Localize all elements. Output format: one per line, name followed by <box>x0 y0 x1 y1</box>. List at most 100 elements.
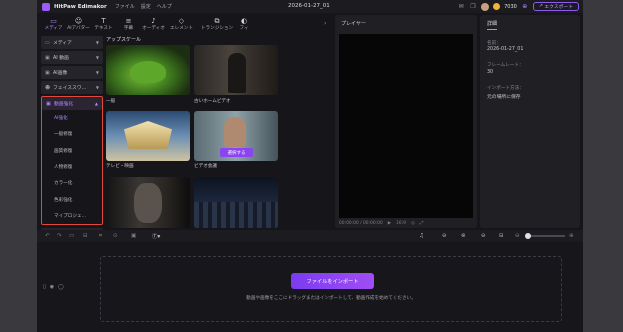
tool-audio[interactable]: ♪ オーディオ <box>141 14 166 34</box>
titlebar-actions: ✉ ❒ 7030 ⊕ ↗ エクスポート <box>457 1 579 12</box>
ai-video-icon: ▣ <box>45 54 50 61</box>
tool-media[interactable]: ▭ メディア <box>41 14 66 34</box>
sidebar-subitem-colorize[interactable]: カラー化 <box>42 175 102 191</box>
zoom-slider-handle[interactable] <box>525 233 531 239</box>
face-shape <box>134 183 162 223</box>
export-button[interactable]: ↗ エクスポート <box>532 2 579 11</box>
track-visibility-icon[interactable]: ▯ <box>43 284 46 290</box>
import-method-label: インポート方法： <box>487 86 524 91</box>
tool-filter[interactable]: ◐ フィ <box>237 14 251 34</box>
sidebar-item-face-swap[interactable]: ☻ フェイススワ... ▼ <box>41 81 103 94</box>
snap-icon[interactable]: ⊖ <box>442 233 447 239</box>
tool-transition[interactable]: ⧉ トランジション <box>197 14 237 34</box>
sidebar-subitem-my-projects[interactable]: マイプロジェ... <box>42 208 102 224</box>
card-video-meeting-thumb[interactable]: 選択する <box>194 111 278 161</box>
magnet-icon[interactable]: ⊖ <box>481 233 486 239</box>
play-icon[interactable]: ▶ <box>388 221 391 226</box>
coin-icon <box>493 3 501 10</box>
app-name: HitPaw Edimakor <box>54 3 107 10</box>
menu-settings[interactable]: 設定 <box>141 3 151 10</box>
text-icon: T <box>101 17 106 25</box>
select-button[interactable]: 選択する <box>220 148 253 157</box>
details-panel: 詳細 名前： 2026-01-27_01 フレームレート： 30 インポート方法… <box>480 15 580 228</box>
menu-help[interactable]: ヘルプ <box>157 3 172 10</box>
import-file-button[interactable]: ファイルをインポート <box>291 273 374 289</box>
tool-ai-avatar[interactable]: ☺ AIアバター <box>66 14 91 34</box>
sidebar-subitem-ai-enhance[interactable]: AI強化 <box>42 110 102 126</box>
timeline-toolbar: ↶ ↷ ▭ ⊟ ⌗ ⊙ ▣ Ⓣ▾ ♫ ⊖ ⊗ ⊖ ⊟ ⊖ ⊕ <box>37 230 583 242</box>
crop-icon[interactable]: ⌗ <box>99 233 102 240</box>
card-tv-movie-thumb[interactable] <box>106 111 190 161</box>
card-general-thumb[interactable] <box>106 45 190 95</box>
document-title[interactable]: 2026-01-27_01 <box>288 3 330 9</box>
sidebar-subitem-general-repair[interactable]: 一般修復 <box>42 126 102 142</box>
frog-shape <box>130 61 166 83</box>
aspect-ratio-dropdown[interactable]: 16:9 <box>396 221 406 226</box>
card-label: 古いホームビデオ <box>194 99 231 104</box>
zoom-slider[interactable] <box>525 233 565 239</box>
track-audio-icon[interactable]: ◉ <box>50 284 54 290</box>
player-panel: プレイヤー 00:00:00 / 00:00:00 ▶ 16:9 ◎ ⤢ <box>335 15 477 228</box>
enhance-icon: ▣ <box>46 100 51 107</box>
sidebar-subitem-quality-repair[interactable]: 画質修復 <box>42 143 102 159</box>
name-value: 2026-01-27_01 <box>487 47 524 52</box>
avatar[interactable] <box>481 2 490 11</box>
city-skyline-shape <box>194 202 278 228</box>
sidebar-item-media[interactable]: ▭ メディア ▼ <box>41 36 103 49</box>
audio-icon: ♪ <box>151 17 156 25</box>
section-title: アップスケール <box>106 37 142 43</box>
chevron-down-icon: ▼ <box>95 85 99 90</box>
face-swap-icon: ☻ <box>45 84 51 91</box>
zoom-in-icon[interactable]: ⊕ <box>569 233 574 239</box>
sidebar-item-ai-video[interactable]: ▣ AI 動画 ▼ <box>41 51 103 64</box>
card-label: ビデオ会議 <box>194 164 217 169</box>
chevron-up-icon: ▲ <box>94 101 98 106</box>
card-old-home-video-thumb[interactable] <box>194 45 278 95</box>
sidebar-item-ai-image[interactable]: ▣ AI画像 ▼ <box>41 66 103 79</box>
card-label: テレビ・映画 <box>106 164 134 169</box>
sidebar-subitem-portrait-repair[interactable]: 人物修復 <box>42 159 102 175</box>
microphone-icon[interactable]: ♫ <box>419 233 424 239</box>
preset-library: アップスケール 一般 古いホームビデオ テレビ・映画 選択する ビデオ会議 <box>106 36 281 228</box>
tool-text[interactable]: T テキスト <box>91 14 116 34</box>
preview-icon[interactable]: ⊟ <box>499 233 504 239</box>
credit-count: 7030 <box>504 3 517 10</box>
fullscreen-icon[interactable]: ⤢ <box>420 220 424 226</box>
sidebar-item-enhance[interactable]: ▣ 動画強化 ▲ <box>42 97 102 110</box>
sidebar: ▭ メディア ▼ ▣ AI 動画 ▼ ▣ AI画像 ▼ ☻ フェイススワ... ▼ ▣ 動画強化 ▲… <box>41 36 103 235</box>
toolbar-scroll-right[interactable]: › <box>324 20 326 27</box>
card-city-thumb[interactable] <box>194 177 278 228</box>
split-icon[interactable]: ⊟ <box>83 233 88 239</box>
timeline-drop-zone[interactable]: ファイルをインポート 動画や画像をここにドラッグまたはインポートして、動画作成を… <box>100 256 562 322</box>
text-tool-icon[interactable]: Ⓣ▾ <box>152 232 160 240</box>
snapshot-icon[interactable]: ◎ <box>411 221 415 226</box>
player-controls: 00:00:00 / 00:00:00 ▶ 16:9 ◎ ⤢ <box>335 218 477 228</box>
fox-logo-shape <box>124 121 172 149</box>
transition-icon: ⧉ <box>214 17 220 25</box>
import-method-value: 元の場所に保存 <box>487 95 521 100</box>
add-credits-icon[interactable]: ⊕ <box>521 3 529 11</box>
menu-bar: ファイル 設定 ヘルプ <box>115 3 172 10</box>
zoom-out-icon[interactable]: ⊖ <box>515 233 520 239</box>
tool-element[interactable]: ◇ エレメント <box>166 14 197 34</box>
mail-icon[interactable]: ✉ <box>457 3 465 11</box>
track-lock-icon[interactable]: ◯ <box>58 284 64 290</box>
ai-image-icon: ▣ <box>45 69 50 76</box>
undo-icon[interactable]: ↶ <box>45 233 50 239</box>
redo-icon[interactable]: ↷ <box>57 233 62 239</box>
sidebar-subitem-color-enhance[interactable]: 色彩強化 <box>42 191 102 207</box>
tool-subtitle[interactable]: ≡ 字幕 <box>116 14 141 34</box>
ratio-icon[interactable]: ▣ <box>131 233 136 239</box>
export-label: エクスポート <box>544 5 573 10</box>
player-screen[interactable] <box>339 34 473 218</box>
tab-details[interactable]: 詳細 <box>487 20 498 30</box>
link-icon[interactable]: ⊗ <box>461 233 466 239</box>
delete-icon[interactable]: ▭ <box>69 233 74 239</box>
speed-icon[interactable]: ⊙ <box>113 233 118 239</box>
app-logo-icon <box>42 2 50 11</box>
folder-icon: ▭ <box>45 39 50 46</box>
app-window: HitPaw Edimakor ファイル 設定 ヘルプ 2026-01-27_0… <box>37 0 583 332</box>
gift-icon[interactable]: ❒ <box>469 3 477 11</box>
card-face-thumb[interactable] <box>106 177 190 228</box>
menu-file[interactable]: ファイル <box>115 3 135 10</box>
